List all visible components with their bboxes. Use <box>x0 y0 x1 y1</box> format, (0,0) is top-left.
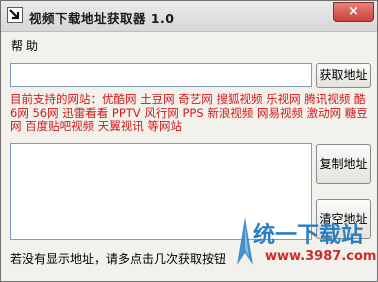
supported-sites-text: 目前支持的网站：优酷网 土豆网 奇艺网 搜狐视频 乐视网 腾讯视频 酷6网 56… <box>10 92 368 133</box>
copy-address-button[interactable]: 复制地址 <box>316 144 371 184</box>
arrow-down-right-icon <box>7 7 23 23</box>
clear-address-button[interactable]: 清空地址 <box>316 199 371 239</box>
close-button[interactable]: × <box>333 2 374 22</box>
window-title: 视频下载地址获取器 1.0 <box>29 11 175 26</box>
close-icon: × <box>348 4 359 19</box>
menu-item-help[interactable]: 帮助 <box>11 37 41 54</box>
hint-text: 若没有显示地址，请多点击几次获取按钮 <box>10 252 227 266</box>
title-bar[interactable]: 视频下载地址获取器 1.0 × <box>1 1 377 32</box>
watermark-url: www.3987.com <box>265 249 377 264</box>
result-textarea[interactable] <box>10 143 312 240</box>
menu-bar: 帮助 <box>1 33 377 55</box>
app-window: 视频下载地址获取器 1.0 × 帮助 获取地址 目前支持的网站：优酷网 土豆网 … <box>0 0 378 282</box>
get-address-button[interactable]: 获取地址 <box>316 63 371 88</box>
url-input[interactable] <box>10 63 312 87</box>
